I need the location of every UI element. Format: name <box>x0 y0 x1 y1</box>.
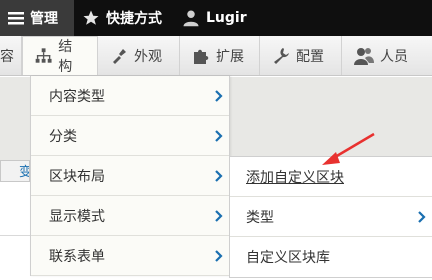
toolbar-user-label: Lugir <box>206 10 247 26</box>
submenu-item-label: 类型 <box>246 209 274 226</box>
menu-item-label: 内容类型 <box>49 88 105 105</box>
submenu-item-label: 自定义区块库 <box>246 250 330 266</box>
annotation-arrow-icon <box>322 132 375 165</box>
hamburger-icon <box>8 12 24 25</box>
structure-menu: 内容类型 分类 区块布局 显示模式 联系表单 <box>30 76 230 276</box>
tray-item-content-label: 容 <box>0 48 14 65</box>
toolbar-manage-label: 管理 <box>30 11 58 27</box>
menu-item-block-layout[interactable]: 区块布局 <box>31 156 229 196</box>
tray-item-content[interactable]: 容 <box>0 36 22 75</box>
toolbar-user[interactable]: Lugir <box>174 0 259 36</box>
admin-toolbar: 管理 快捷方式 Lugir <box>0 0 432 36</box>
tray-item-config-label: 配置 <box>296 48 324 65</box>
chevron-right-icon <box>215 249 223 262</box>
page-tab-label: 变 <box>19 165 29 180</box>
menu-item-content-types[interactable]: 内容类型 <box>31 76 229 116</box>
paintbrush-icon <box>113 48 126 64</box>
user-icon <box>183 10 199 27</box>
menu-item-display-modes[interactable]: 显示模式 <box>31 196 229 236</box>
toolbar-manage[interactable]: 管理 <box>0 0 74 36</box>
block-layout-submenu: 添加自定义区块 类型 自定义区块库 <box>229 156 432 278</box>
tray-item-structure[interactable]: 结构 <box>22 36 98 75</box>
tray-item-structure-label: 结构 <box>58 39 73 75</box>
menu-item-contact-forms[interactable]: 联系表单 <box>31 236 229 276</box>
chevron-right-icon <box>418 210 426 223</box>
wrench-icon <box>274 47 289 64</box>
puzzle-icon <box>194 49 209 64</box>
tray-item-people-label: 人员 <box>380 48 408 65</box>
menu-item-label: 分类 <box>49 128 77 145</box>
star-icon <box>83 10 99 25</box>
chevron-right-icon <box>215 209 223 222</box>
menu-item-label: 联系表单 <box>49 248 105 265</box>
chevron-right-icon <box>215 129 223 142</box>
submenu-item-types[interactable]: 类型 <box>230 197 432 237</box>
tray-item-people[interactable]: 人员 <box>342 36 420 75</box>
tray-item-appearance[interactable]: 外观 <box>98 36 180 75</box>
page-tab[interactable]: 变 <box>0 160 30 182</box>
toolbar-tray: 容 结构 外观 扩展 配置 人员 <box>0 36 432 76</box>
people-icon <box>354 47 374 65</box>
tray-item-config[interactable]: 配置 <box>260 36 342 75</box>
menu-item-label: 显示模式 <box>49 208 105 225</box>
toolbar-shortcuts[interactable]: 快捷方式 <box>74 0 174 36</box>
chevron-right-icon <box>215 169 223 182</box>
tray-item-extend[interactable]: 扩展 <box>180 36 260 75</box>
tray-item-extend-label: 扩展 <box>216 48 244 65</box>
toolbar-shortcuts-label: 快捷方式 <box>106 11 162 27</box>
tray-item-appearance-label: 外观 <box>134 48 162 65</box>
sitemap-icon <box>35 48 52 63</box>
submenu-item-custom-block-library[interactable]: 自定义区块库 <box>230 237 432 277</box>
menu-item-label: 区块布局 <box>49 168 105 185</box>
menu-item-taxonomy[interactable]: 分类 <box>31 116 229 156</box>
chevron-right-icon <box>215 89 223 102</box>
